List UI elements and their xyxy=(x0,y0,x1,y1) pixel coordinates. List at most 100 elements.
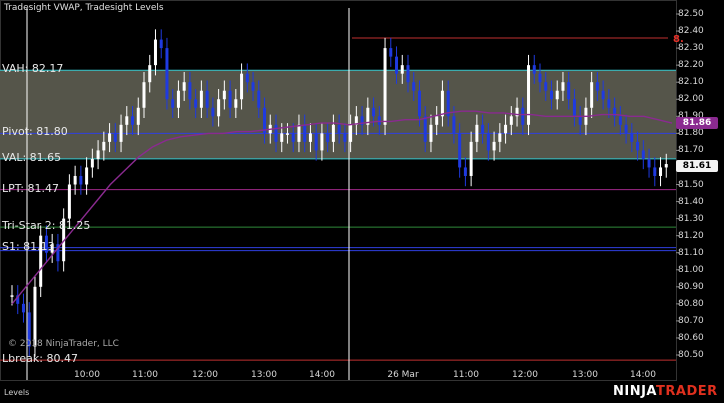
price-tick-label: 80.50 xyxy=(678,350,704,360)
candle-body xyxy=(429,124,433,142)
candle-body xyxy=(171,99,175,108)
price-tick-label: 80.70 xyxy=(678,315,704,326)
candle-body xyxy=(291,133,295,142)
candle-body xyxy=(73,175,77,185)
candle-body xyxy=(486,133,490,151)
candle-body xyxy=(337,124,341,134)
price-tick-label: 82.40 xyxy=(678,26,704,37)
candle-body xyxy=(349,124,353,142)
level-label-4: Tri-Star 2: 81.25 xyxy=(2,219,91,233)
candle-body xyxy=(159,39,163,49)
candle-body xyxy=(67,184,71,219)
price-tick-label: 81.10 xyxy=(678,247,704,258)
level-label-1: Pivot: 81.80 xyxy=(2,125,68,139)
price-tick-label: 80.80 xyxy=(678,298,704,309)
candle-body xyxy=(131,116,135,125)
candle-body xyxy=(469,141,473,176)
level-label-2: VAL: 81.65 xyxy=(2,150,62,164)
time-tick-label: 13:00 xyxy=(572,370,598,380)
price-tick-label: 81.00 xyxy=(678,264,704,275)
candle-body xyxy=(423,116,427,142)
candle-body xyxy=(136,107,140,125)
ninjatrader-logo: NINJATRADER xyxy=(613,384,718,399)
candle-body xyxy=(182,82,186,91)
candle-body xyxy=(555,90,559,100)
candle-body xyxy=(435,116,439,125)
candle-body xyxy=(331,124,335,142)
candle-body xyxy=(176,90,180,108)
candle-body xyxy=(641,150,645,159)
candle-body xyxy=(544,82,548,91)
candle-body xyxy=(205,90,209,108)
candle-body xyxy=(297,124,301,142)
time-tick-label: 12:00 xyxy=(512,370,538,380)
candle-body xyxy=(320,133,324,151)
level-label-0: VAH: 82.17 xyxy=(2,62,64,76)
candle-body xyxy=(314,133,318,151)
candle-body xyxy=(257,90,261,108)
candle-body xyxy=(148,65,152,83)
candle-body xyxy=(389,48,393,57)
price-tick-label: 82.20 xyxy=(678,60,704,71)
candle-body xyxy=(79,175,83,185)
candle-body xyxy=(412,82,416,91)
time-tick-label: 10:00 xyxy=(74,370,100,380)
candle-body xyxy=(601,90,605,100)
candle-body xyxy=(452,116,456,134)
candle-body xyxy=(636,141,640,151)
candle-body xyxy=(590,82,594,108)
candle-body xyxy=(624,124,628,134)
time-tick-label: 11:00 xyxy=(453,370,479,380)
candle-body xyxy=(274,124,278,142)
price-tick-label: 82.50 xyxy=(678,9,704,19)
tab-levels[interactable]: Levels xyxy=(4,388,29,397)
price-tick-label: 82.30 xyxy=(678,43,704,54)
candle-body xyxy=(440,90,444,117)
plot-frame xyxy=(0,0,677,381)
price-tick-label: 81.20 xyxy=(678,230,704,241)
candle-body xyxy=(222,90,226,100)
candle-body xyxy=(664,164,668,168)
price-tick-label: 81.80 xyxy=(678,128,704,139)
candle-body xyxy=(199,90,203,108)
time-tick-label: 14:00 xyxy=(630,370,656,380)
price-tick-label: 81.50 xyxy=(678,179,704,190)
level-label-3: LPT: 81.47 xyxy=(2,181,59,195)
time-tick-label: 12:00 xyxy=(192,370,218,380)
price-tick-label: 81.40 xyxy=(678,196,704,207)
candle-body xyxy=(285,133,289,135)
candle-body xyxy=(326,133,330,142)
candle-body xyxy=(395,56,399,74)
candle-body xyxy=(509,116,513,125)
candle-body xyxy=(153,39,157,66)
candle-body xyxy=(142,82,146,108)
candle-body xyxy=(303,124,307,142)
candle-body xyxy=(245,73,249,83)
candle-body xyxy=(458,133,462,168)
candle-body xyxy=(125,116,129,125)
candle-body xyxy=(188,82,192,100)
candle-body xyxy=(113,133,117,142)
candle-body xyxy=(532,65,536,74)
candle-body xyxy=(481,124,485,134)
candle-body xyxy=(647,158,651,168)
candle-body xyxy=(377,116,381,125)
candle-body xyxy=(521,107,525,125)
candle-body xyxy=(308,133,312,142)
candle-body xyxy=(618,116,622,125)
candle-body xyxy=(572,99,576,117)
candle-body xyxy=(463,167,467,176)
candle-body xyxy=(492,141,496,151)
candle-body xyxy=(21,303,25,313)
candle-body xyxy=(527,65,531,125)
candle-body xyxy=(165,48,169,100)
candle-body xyxy=(653,167,657,176)
candle-body xyxy=(194,99,198,108)
time-tick-label: 11:00 xyxy=(132,370,158,380)
candle-body xyxy=(108,133,112,142)
logo-text-accent: TRADER xyxy=(656,384,718,399)
candle-body xyxy=(630,133,634,142)
candle-body xyxy=(549,90,553,100)
candle-body xyxy=(659,167,663,176)
candle-body xyxy=(372,107,376,117)
